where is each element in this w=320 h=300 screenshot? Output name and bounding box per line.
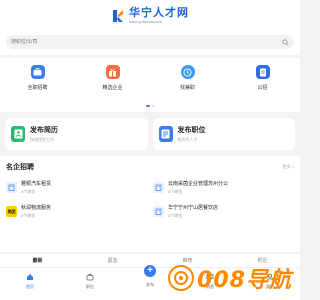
search-input[interactable] bbox=[11, 39, 211, 45]
site-title: 华宁人才网 bbox=[129, 7, 189, 19]
post-job-subtitle: 招优秀人才 bbox=[177, 137, 198, 142]
company-logo-text: 美团 bbox=[7, 208, 16, 214]
home-icon bbox=[27, 274, 33, 280]
post-resume-title: 发布简历 bbox=[30, 127, 58, 134]
featured-companies-section: 名企招聘 更多 > 雅颖汽车租赁 4个岗位 云南采茵企业管理苏州分公 4个岗位 … bbox=[0, 156, 300, 252]
company-name: 云南采茵企业管理苏州分公 bbox=[168, 181, 229, 187]
company-job-count: 4个岗位 bbox=[168, 189, 183, 194]
watermark-text: 008导航 bbox=[197, 268, 292, 293]
nav-publish[interactable]: + 发布 bbox=[130, 263, 170, 288]
carousel-dot bbox=[145, 105, 150, 107]
search-bar[interactable] bbox=[6, 35, 294, 49]
company-item[interactable]: 华宁宁州宁山居餐饮店 3个岗位 bbox=[153, 203, 294, 220]
category-public-recruit[interactable]: 公招 bbox=[238, 65, 288, 91]
category-label: 精选企业 bbox=[102, 85, 123, 91]
search-icon[interactable] bbox=[282, 38, 289, 46]
post-job-title: 发布职位 bbox=[177, 127, 206, 134]
company-name: 秋润物流服务 bbox=[21, 205, 52, 211]
building-icon bbox=[153, 206, 164, 217]
post-resume-subtitle: 快速找到工作 bbox=[30, 137, 54, 142]
gift-icon bbox=[105, 65, 120, 79]
category-fulltime[interactable]: 全职招聘 bbox=[13, 65, 63, 91]
nav-home[interactable]: 首页 bbox=[10, 273, 50, 290]
building-icon bbox=[6, 182, 17, 193]
logo-mark-icon bbox=[113, 10, 123, 22]
section-title: 名企招聘 bbox=[6, 164, 34, 171]
company-job-count: 3个岗位 bbox=[168, 213, 183, 218]
post-resume-card[interactable]: 发布简历 快速找到工作 bbox=[5, 118, 148, 150]
tab-latest[interactable]: 最新 bbox=[32, 257, 42, 264]
nav-label: 发布 bbox=[146, 282, 154, 287]
category-panel: 全职招聘 精选企业 找兼职 公招 bbox=[0, 58, 300, 112]
company-item[interactable]: 美团 秋润物流服务 3个岗位 bbox=[6, 203, 147, 220]
search-bar-container bbox=[0, 32, 300, 55]
app-header: 华宁人才网 www.yuhnrcw.com bbox=[0, 0, 300, 32]
tab-urgent[interactable]: 紧急 bbox=[107, 257, 117, 264]
company-item[interactable]: 云南采茵企业管理苏州分公 4个岗位 bbox=[153, 179, 294, 196]
category-label: 找兼职 bbox=[179, 85, 195, 91]
company-name: 雅颖汽车租赁 bbox=[21, 181, 52, 187]
company-item[interactable]: 雅颖汽车租赁 4个岗位 bbox=[6, 179, 147, 196]
company-job-count: 4个岗位 bbox=[21, 189, 36, 194]
document-icon bbox=[255, 65, 270, 79]
nav-jobs[interactable]: 职位 bbox=[70, 273, 110, 290]
resume-icon bbox=[11, 126, 25, 142]
category-label: 公招 bbox=[257, 85, 268, 91]
post-actions: 发布简历 快速找到工作 发布职位 招优秀人才 bbox=[0, 112, 300, 156]
carousel-indicator bbox=[0, 105, 300, 107]
more-link[interactable]: 更多 > bbox=[283, 164, 294, 170]
nav-label: 职位 bbox=[86, 284, 94, 289]
job-post-icon bbox=[158, 126, 173, 142]
nav-label: 首页 bbox=[26, 284, 34, 289]
post-job-card[interactable]: 发布职位 招优秀人才 bbox=[152, 118, 295, 150]
company-job-count: 3个岗位 bbox=[21, 213, 36, 218]
watermark-badge-icon bbox=[168, 265, 195, 291]
plus-icon: + bbox=[142, 263, 158, 279]
category-label: 全职招聘 bbox=[27, 85, 48, 91]
briefcase-icon bbox=[30, 65, 45, 79]
carousel-dot bbox=[151, 105, 155, 107]
building-icon bbox=[153, 182, 164, 193]
category-parttime[interactable]: 找兼职 bbox=[163, 65, 213, 91]
watermark: 008导航 bbox=[168, 262, 292, 294]
company-name: 华宁宁州宁山居餐饮店 bbox=[168, 205, 219, 211]
category-featured-companies[interactable]: 精选企业 bbox=[88, 65, 138, 91]
site-logo[interactable]: 华宁人才网 www.yuhnrcw.com bbox=[111, 8, 189, 24]
bag-icon bbox=[86, 273, 94, 281]
site-url: www.yuhnrcw.com bbox=[129, 19, 162, 24]
meituan-logo: 美团 bbox=[6, 206, 17, 217]
clock-icon bbox=[180, 65, 195, 79]
